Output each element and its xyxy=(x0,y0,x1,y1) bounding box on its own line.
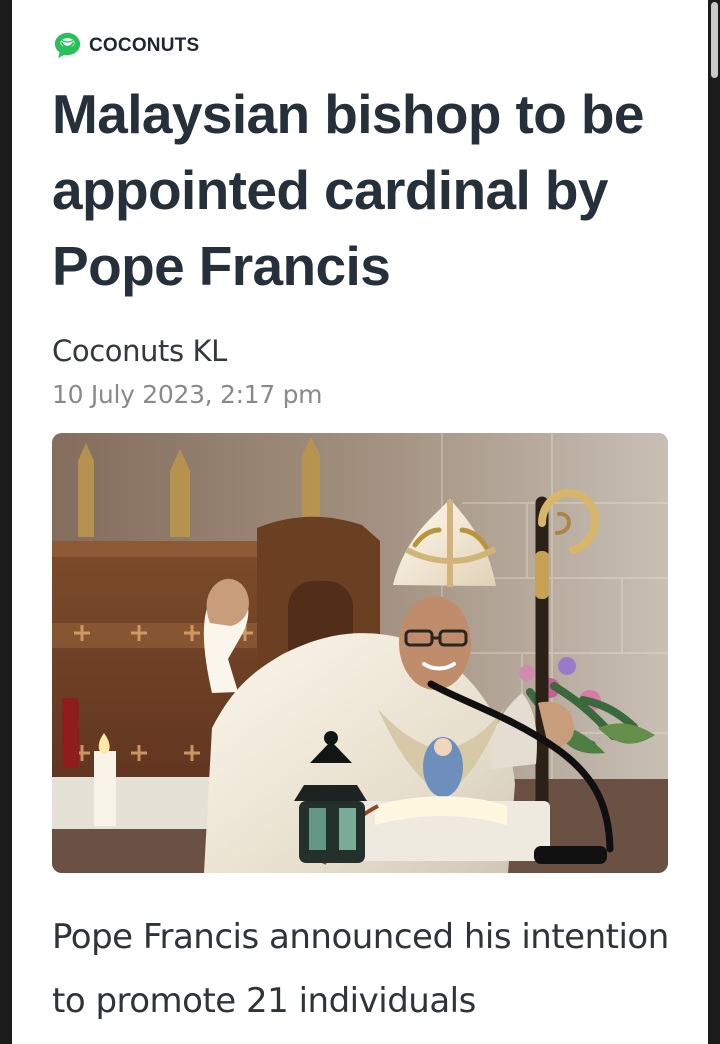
article-page: COCONUTS Malaysian bishop to be appointe… xyxy=(12,0,708,1044)
article-body-preview: Pope Francis announced his intention to … xyxy=(52,917,669,1021)
article-author[interactable]: Coconuts KL xyxy=(52,330,227,372)
left-frame-edge xyxy=(0,0,12,1044)
article-hero-image xyxy=(52,433,668,873)
article-date: 10 July 2023, 2:17 pm xyxy=(52,380,323,409)
coconut-chat-bubble-icon xyxy=(54,32,81,58)
browser-frame: COCONUTS Malaysian bishop to be appointe… xyxy=(0,0,720,1044)
article-title: Malaysian bishop to be appointed cardina… xyxy=(52,83,645,297)
bishop-photo xyxy=(52,433,668,873)
brand-name: COCONUTS xyxy=(89,34,200,56)
page-scrollbar[interactable] xyxy=(708,0,720,1044)
scrollbar-thumb[interactable] xyxy=(711,2,718,78)
brand-logo[interactable]: COCONUTS xyxy=(52,28,199,62)
